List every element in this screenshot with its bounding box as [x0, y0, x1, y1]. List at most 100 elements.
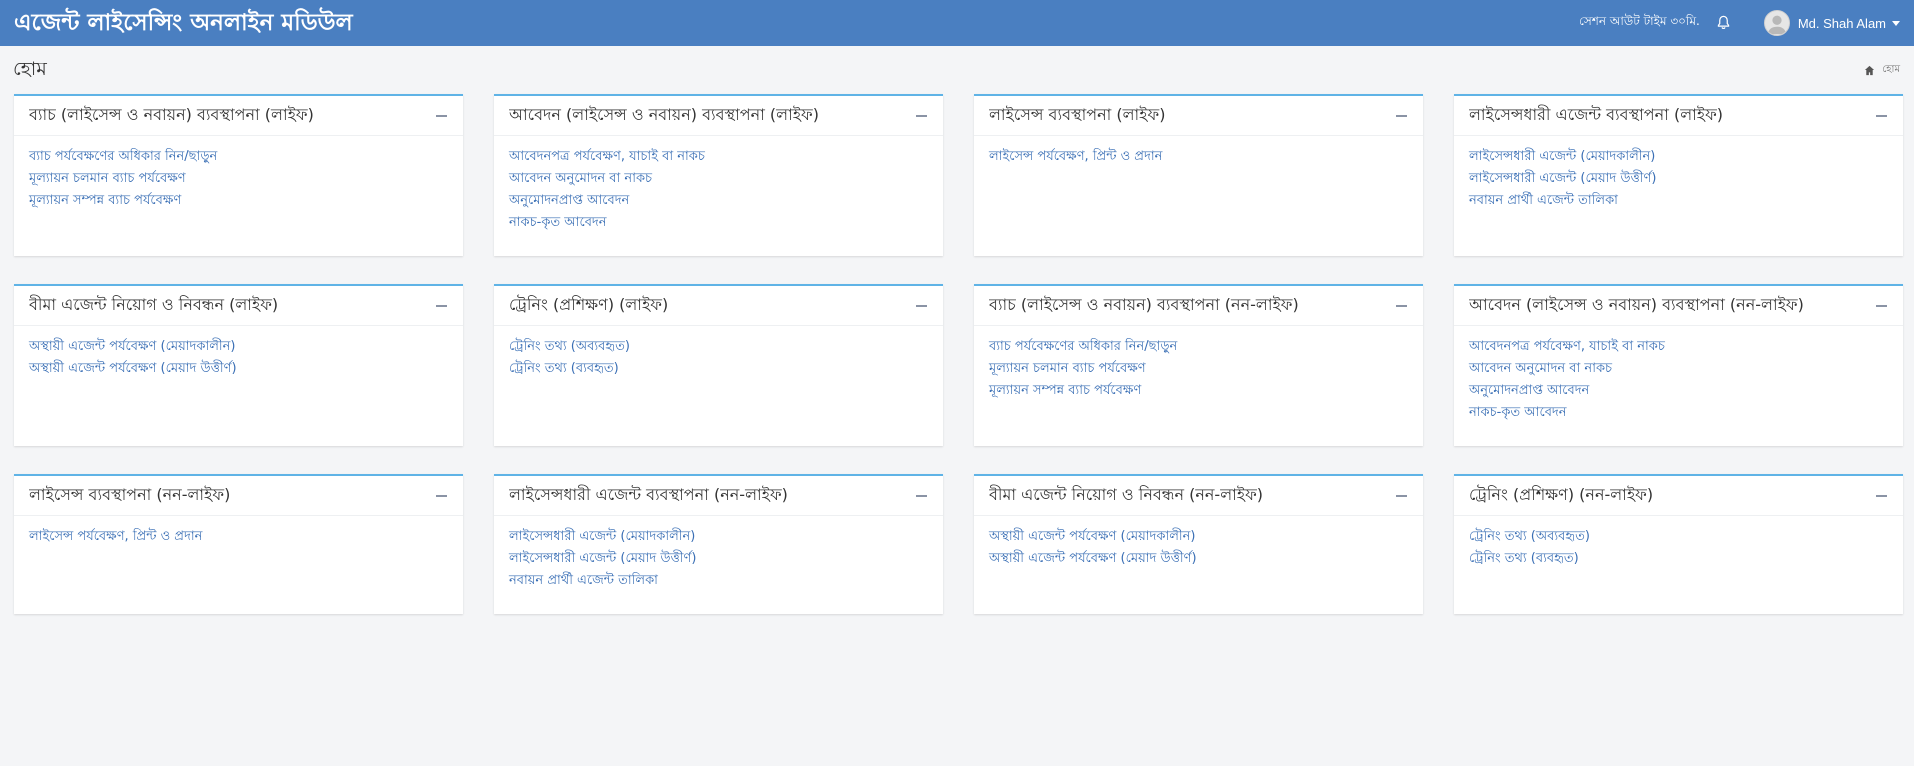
panel-body: লাইসেন্স পর্যবেক্ষণ, প্রিন্ট ও প্রদান — [14, 516, 463, 548]
panel-link[interactable]: ট্রেনিং তথ্য (অব্যবহৃত) — [1469, 526, 1888, 548]
panel-link[interactable]: ব্যাচ পর্যবেক্ষণের অধিকার নিন/ছাড়ুন — [29, 146, 448, 168]
bell-icon[interactable] — [1716, 15, 1732, 31]
panel-body: ট্রেনিং তথ্য (অব্যবহৃত) ট্রেনিং তথ্য (ব্য… — [1454, 516, 1903, 570]
navbar-right: সেশন আউট টাইম ৩০মি. Md. Shah Alam — [1579, 10, 1900, 36]
top-navbar: এজেন্ট লাইসেন্সিং অনলাইন মডিউল সেশন আউট … — [0, 0, 1914, 46]
panel-body: ট্রেনিং তথ্য (অব্যবহৃত) ট্রেনিং তথ্য (ব্য… — [494, 326, 943, 380]
user-menu[interactable]: Md. Shah Alam — [1763, 10, 1900, 36]
panel-link[interactable]: অনুমোদনপ্রাপ্ত আবেদন — [509, 190, 928, 212]
panel-link[interactable]: লাইসেন্স পর্যবেক্ষণ, প্রিন্ট ও প্রদান — [29, 526, 448, 548]
panel-header: লাইসেন্স ব্যবস্থাপনা (নন-লাইফ) — [14, 476, 463, 516]
panel-title: ট্রেনিং (প্রশিক্ষণ) (নন-লাইফ) — [1469, 485, 1654, 504]
panel-link[interactable]: মূল্যায়ন সম্পন্ন ব্যাচ পর্যবেক্ষণ — [29, 190, 448, 212]
panel-link[interactable]: লাইসেন্সধারী এজেন্ট (মেয়াদ উত্তীর্ণ) — [1469, 168, 1888, 190]
panel-link[interactable]: নবায়ন প্রার্থী এজেন্ট তালিকা — [509, 570, 928, 592]
panel-header: ট্রেনিং (প্রশিক্ষণ) (লাইফ) — [494, 286, 943, 326]
panel-body: ব্যাচ পর্যবেক্ষণের অধিকার নিন/ছাড়ুন মূল্… — [974, 326, 1423, 402]
module-panel: ট্রেনিং (প্রশিক্ষণ) (নন-লাইফ) ট্রেনিং তথ্… — [1454, 474, 1903, 614]
home-icon[interactable] — [1864, 65, 1876, 77]
panel-header: ব্যাচ (লাইসেন্স ও নবায়ন) ব্যবস্থাপনা (ল… — [14, 96, 463, 136]
panel-link[interactable]: লাইসেন্স পর্যবেক্ষণ, প্রিন্ট ও প্রদান — [989, 146, 1408, 168]
panel-link[interactable]: অস্থায়ী এজেন্ট পর্যবেক্ষণ (মেয়াদ উত্তী… — [29, 358, 448, 380]
breadcrumb-home[interactable]: হোম — [1882, 62, 1900, 79]
panel-header: আবেদন (লাইসেন্স ও নবায়ন) ব্যবস্থাপনা (ন… — [1454, 286, 1903, 326]
panel-body: লাইসেন্স পর্যবেক্ষণ, প্রিন্ট ও প্রদান — [974, 136, 1423, 168]
panel-header: লাইসেন্স ব্যবস্থাপনা (লাইফ) — [974, 96, 1423, 136]
panel-body: লাইসেন্সধারী এজেন্ট (মেয়াদকালীন) লাইসেন্… — [494, 516, 943, 592]
panel-header: লাইসেন্সধারী এজেন্ট ব্যবস্থাপনা (লাইফ) — [1454, 96, 1903, 136]
panel-title: আবেদন (লাইসেন্স ও নবায়ন) ব্যবস্থাপনা (ল… — [509, 105, 819, 124]
collapse-icon[interactable] — [1874, 299, 1888, 313]
panel-header: ব্যাচ (লাইসেন্স ও নবায়ন) ব্যবস্থাপনা (ন… — [974, 286, 1423, 326]
panel-link[interactable]: অনুমোদনপ্রাপ্ত আবেদন — [1469, 380, 1888, 402]
panel-link[interactable]: ব্যাচ পর্যবেক্ষণের অধিকার নিন/ছাড়ুন — [989, 336, 1408, 358]
collapse-icon[interactable] — [434, 299, 448, 313]
page-title: হোম — [13, 58, 47, 80]
panel-link[interactable]: লাইসেন্সধারী এজেন্ট (মেয়াদকালীন) — [509, 526, 928, 548]
module-grid: ব্যাচ (লাইসেন্স ও নবায়ন) ব্যবস্থাপনা (ল… — [14, 94, 1903, 614]
panel-title: বীমা এজেন্ট নিয়োগ ও নিবন্ধন (নন-লাইফ) — [989, 485, 1264, 504]
panel-link[interactable]: আবেদনপত্র পর্যবেক্ষণ, যাচাই বা নাকচ — [509, 146, 928, 168]
panel-body: ব্যাচ পর্যবেক্ষণের অধিকার নিন/ছাড়ুন মূল্… — [14, 136, 463, 212]
app-title[interactable]: এজেন্ট লাইসেন্সিং অনলাইন মডিউল — [14, 4, 353, 43]
panel-link[interactable]: আবেদনপত্র পর্যবেক্ষণ, যাচাই বা নাকচ — [1469, 336, 1888, 358]
panel-header: লাইসেন্সধারী এজেন্ট ব্যবস্থাপনা (নন-লাইফ… — [494, 476, 943, 516]
panel-link[interactable]: লাইসেন্সধারী এজেন্ট (মেয়াদ উত্তীর্ণ) — [509, 548, 928, 570]
panel-title: ব্যাচ (লাইসেন্স ও নবায়ন) ব্যবস্থাপনা (ন… — [989, 295, 1299, 314]
collapse-icon[interactable] — [434, 489, 448, 503]
panel-link[interactable]: আবেদন অনুমোদন বা নাকচ — [1469, 358, 1888, 380]
panel-body: আবেদনপত্র পর্যবেক্ষণ, যাচাই বা নাকচ আবেদন… — [494, 136, 943, 234]
collapse-icon[interactable] — [914, 299, 928, 313]
panel-body: লাইসেন্সধারী এজেন্ট (মেয়াদকালীন) লাইসেন্… — [1454, 136, 1903, 212]
module-panel: লাইসেন্সধারী এজেন্ট ব্যবস্থাপনা (নন-লাইফ… — [494, 474, 943, 614]
panel-link[interactable]: নাকচ-কৃত আবেদন — [509, 212, 928, 234]
panel-link[interactable]: ট্রেনিং তথ্য (অব্যবহৃত) — [509, 336, 928, 358]
panel-link[interactable]: মূল্যায়ন সম্পন্ন ব্যাচ পর্যবেক্ষণ — [989, 380, 1408, 402]
panel-link[interactable]: অস্থায়ী এজেন্ট পর্যবেক্ষণ (মেয়াদকালীন) — [29, 336, 448, 358]
panel-link[interactable]: অস্থায়ী এজেন্ট পর্যবেক্ষণ (মেয়াদকালীন) — [989, 526, 1408, 548]
chevron-down-icon — [1892, 20, 1900, 26]
avatar — [1763, 10, 1790, 36]
collapse-icon[interactable] — [1394, 109, 1408, 123]
collapse-icon[interactable] — [1394, 299, 1408, 313]
panel-title: ব্যাচ (লাইসেন্স ও নবায়ন) ব্যবস্থাপনা (ল… — [29, 105, 314, 124]
module-panel: ব্যাচ (লাইসেন্স ও নবায়ন) ব্যবস্থাপনা (ল… — [14, 94, 463, 256]
panel-link[interactable]: ট্রেনিং তথ্য (ব্যবহৃত) — [509, 358, 928, 380]
collapse-icon[interactable] — [914, 489, 928, 503]
module-panel: বীমা এজেন্ট নিয়োগ ও নিবন্ধন (নন-লাইফ) অস… — [974, 474, 1423, 614]
user-name: Md. Shah Alam — [1797, 15, 1886, 31]
panel-header: আবেদন (লাইসেন্স ও নবায়ন) ব্যবস্থাপনা (ল… — [494, 96, 943, 136]
module-panel: লাইসেন্সধারী এজেন্ট ব্যবস্থাপনা (লাইফ) লা… — [1454, 94, 1903, 256]
panel-title: লাইসেন্সধারী এজেন্ট ব্যবস্থাপনা (নন-লাইফ… — [509, 485, 788, 504]
collapse-icon[interactable] — [1394, 489, 1408, 503]
panel-title: বীমা এজেন্ট নিয়োগ ও নিবন্ধন (লাইফ) — [29, 295, 279, 314]
panel-body: আবেদনপত্র পর্যবেক্ষণ, যাচাই বা নাকচ আবেদন… — [1454, 326, 1903, 424]
module-panel: ব্যাচ (লাইসেন্স ও নবায়ন) ব্যবস্থাপনা (ন… — [974, 284, 1423, 446]
panel-link[interactable]: আবেদন অনুমোদন বা নাকচ — [509, 168, 928, 190]
module-panel: আবেদন (লাইসেন্স ও নবায়ন) ব্যবস্থাপনা (ল… — [494, 94, 943, 256]
panel-header: বীমা এজেন্ট নিয়োগ ও নিবন্ধন (নন-লাইফ) — [974, 476, 1423, 516]
panel-link[interactable]: নাকচ-কৃত আবেদন — [1469, 402, 1888, 424]
module-panel: ট্রেনিং (প্রশিক্ষণ) (লাইফ) ট্রেনিং তথ্য (… — [494, 284, 943, 446]
session-timeout-text: সেশন আউট টাইম ৩০মি. — [1579, 14, 1700, 28]
module-panel: আবেদন (লাইসেন্স ও নবায়ন) ব্যবস্থাপনা (ন… — [1454, 284, 1903, 446]
collapse-icon[interactable] — [434, 109, 448, 123]
panel-title: লাইসেন্স ব্যবস্থাপনা (নন-লাইফ) — [29, 485, 231, 504]
panel-title: ট্রেনিং (প্রশিক্ষণ) (লাইফ) — [509, 295, 669, 314]
panel-link[interactable]: ট্রেনিং তথ্য (ব্যবহৃত) — [1469, 548, 1888, 570]
panel-title: লাইসেন্সধারী এজেন্ট ব্যবস্থাপনা (লাইফ) — [1469, 105, 1724, 124]
collapse-icon[interactable] — [1874, 109, 1888, 123]
panel-body: অস্থায়ী এজেন্ট পর্যবেক্ষণ (মেয়াদকালীন)… — [974, 516, 1423, 570]
collapse-icon[interactable] — [914, 109, 928, 123]
module-panel: লাইসেন্স ব্যবস্থাপনা (লাইফ) লাইসেন্স পর্য… — [974, 94, 1423, 256]
panel-link[interactable]: অস্থায়ী এজেন্ট পর্যবেক্ষণ (মেয়াদ উত্তী… — [989, 548, 1408, 570]
panel-link[interactable]: লাইসেন্সধারী এজেন্ট (মেয়াদকালীন) — [1469, 146, 1888, 168]
panel-header: বীমা এজেন্ট নিয়োগ ও নিবন্ধন (লাইফ) — [14, 286, 463, 326]
panel-body: অস্থায়ী এজেন্ট পর্যবেক্ষণ (মেয়াদকালীন)… — [14, 326, 463, 380]
panel-link[interactable]: মূল্যায়ন চলমান ব্যাচ পর্যবেক্ষণ — [29, 168, 448, 190]
panel-title: আবেদন (লাইসেন্স ও নবায়ন) ব্যবস্থাপনা (ন… — [1469, 295, 1804, 314]
panel-link[interactable]: নবায়ন প্রার্থী এজেন্ট তালিকা — [1469, 190, 1888, 212]
panel-link[interactable]: মূল্যায়ন চলমান ব্যাচ পর্যবেক্ষণ — [989, 358, 1408, 380]
module-panel: লাইসেন্স ব্যবস্থাপনা (নন-লাইফ) লাইসেন্স প… — [14, 474, 463, 614]
collapse-icon[interactable] — [1874, 489, 1888, 503]
